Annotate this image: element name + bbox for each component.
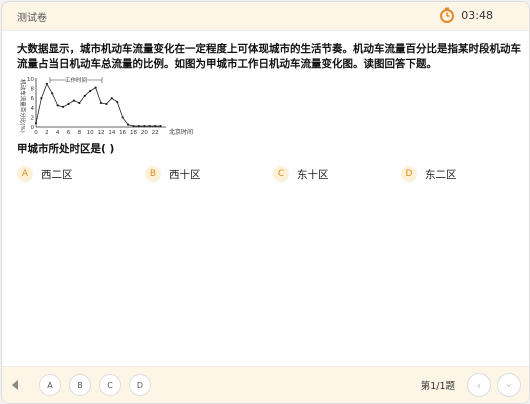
data-point [83, 94, 86, 97]
option-d[interactable]: D 东二区 [401, 166, 457, 182]
bottom-bar: A B C D 第1/1题 ‹ › [2, 366, 529, 403]
exam-window: 测试卷 03:48 大数据显示，城市机动车流量变化在一定程度上可体现城市的生活节… [1, 1, 530, 404]
question-stem: 大数据显示，城市机动车流量变化在一定程度上可体现城市的生活节奏。机动车流量百分比… [17, 43, 521, 70]
option-c-text: 东十区 [297, 168, 329, 181]
chart-xlabel: 北京时间 [169, 128, 193, 136]
exam-title: 测试卷 [17, 13, 47, 24]
page-indicator: 第1/1题 [420, 381, 455, 392]
option-a[interactable]: A 西二区 [17, 166, 73, 182]
data-point [72, 99, 76, 102]
option-c-letter: C [273, 166, 289, 182]
traffic-line [35, 82, 161, 127]
answer-nav-d[interactable]: D [129, 374, 151, 396]
option-c[interactable]: C 东十区 [273, 166, 329, 182]
x-tick-label: 18 [130, 130, 137, 136]
x-tick-label: 6 [67, 130, 71, 136]
traffic-chart: 机动车流量百分比(%) 0 2 4 6 8 10 0 2 4 6 8 10 12 14 16 18 20 22 … [16, 75, 196, 137]
x-tick-label: 4 [56, 130, 60, 136]
timer-text: 03:48 [461, 8, 493, 22]
option-b[interactable]: B 西十区 [145, 166, 201, 182]
y-tick-label: 2 [31, 115, 35, 121]
top-bar: 测试卷 03:48 [2, 2, 529, 31]
data-point [121, 116, 124, 119]
x-tick-label: 16 [119, 130, 126, 136]
option-a-letter: A [17, 166, 33, 182]
data-point [116, 100, 119, 104]
x-tick-label: 12 [98, 130, 105, 136]
data-point [56, 104, 59, 107]
work-time-label: 工作时间 [65, 76, 87, 84]
sub-question: 甲城市所处时区是( ) [17, 143, 115, 155]
answer-options: A 西二区 B 西十区 C 东十区 D 东二区 [17, 166, 522, 184]
x-tick-label: 14 [108, 130, 115, 136]
data-point [45, 82, 48, 85]
chevron-left-icon: ‹ [476, 378, 482, 392]
data-point [99, 101, 103, 105]
data-point [89, 89, 92, 93]
data-point [143, 124, 146, 128]
option-a-text: 西二区 [41, 168, 73, 181]
data-point [148, 124, 151, 128]
timer: 03:48 [439, 7, 493, 23]
prev-question-button[interactable]: ‹ [467, 373, 491, 397]
data-point [154, 124, 157, 128]
chevron-down-icon: › [502, 382, 516, 388]
y-tick-label: 10 [27, 77, 34, 83]
x-tick-label: 2 [45, 130, 49, 136]
option-d-text: 东二区 [425, 168, 457, 181]
data-point [78, 101, 81, 105]
y-tick-label: 8 [31, 87, 35, 93]
x-tick-label: 0 [34, 130, 38, 136]
traffic-chart-svg: 机动车流量百分比(%) 0246810 0 2 4 6 8 10 12 14 16 18 20 22 … [19, 75, 193, 136]
data-point [51, 92, 54, 95]
data-point [61, 105, 65, 108]
option-b-text: 西十区 [169, 168, 201, 181]
collapse-arrow-icon[interactable] [12, 380, 18, 390]
x-tick-label: 8 [78, 130, 82, 136]
data-point [67, 102, 70, 106]
data-point [132, 124, 135, 128]
stopwatch-icon [440, 7, 455, 23]
data-point [34, 122, 38, 125]
data-point [126, 123, 130, 126]
chart-ylabel: 机动车流量百分比(%) [19, 79, 27, 133]
data-point [40, 97, 43, 100]
question-area: 大数据显示，城市机动车流量变化在一定程度上可体现城市的生活节奏。机动车流量百分比… [2, 30, 529, 366]
data-point [94, 86, 97, 89]
answer-nav-a[interactable]: A [39, 374, 61, 396]
data-point [159, 124, 162, 128]
data-point [105, 102, 108, 106]
y-tick-label: 6 [31, 96, 35, 102]
x-tick-label: 22 [152, 130, 159, 136]
next-question-button[interactable]: › [497, 373, 521, 397]
answer-nav-c[interactable]: C [99, 374, 121, 396]
option-b-letter: B [145, 166, 161, 182]
x-tick-label: 10 [87, 130, 94, 136]
data-point [110, 97, 113, 100]
data-point [137, 124, 141, 128]
x-tick-label: 20 [141, 130, 148, 136]
option-d-letter: D [401, 166, 417, 182]
y-tick-label: 4 [31, 106, 35, 112]
answer-nav-b[interactable]: B [69, 374, 91, 396]
